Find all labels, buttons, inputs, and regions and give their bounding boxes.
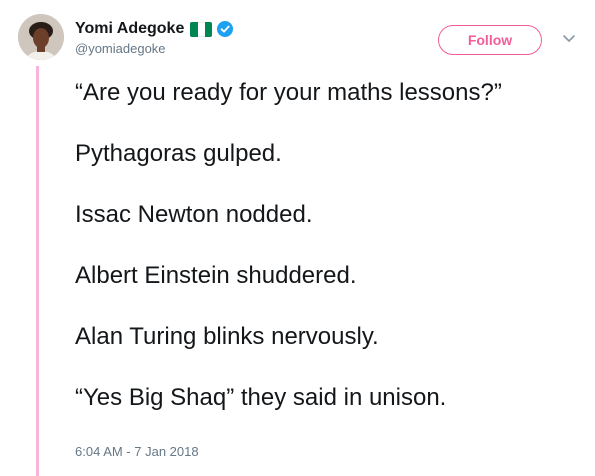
avatar[interactable] [18, 14, 64, 60]
tweet-line: Alan Turing blinks nervously. [75, 323, 379, 350]
tweet-line: Issac Newton nodded. [75, 201, 313, 228]
chevron-down-icon[interactable] [562, 34, 576, 44]
tweet-line: Albert Einstein shuddered. [75, 262, 357, 289]
thread-line [36, 66, 39, 476]
tweet-line: “Are you ready for your maths lessons?” [75, 79, 502, 106]
tweet-card: Yomi Adegoke @yomiadegoke Follow “Are yo… [0, 0, 595, 476]
tweet-header: Yomi Adegoke @yomiadegoke [75, 19, 234, 56]
follow-button[interactable]: Follow [438, 25, 542, 55]
tweet-line: “Yes Big Shaq” they said in unison. [75, 384, 447, 411]
display-name[interactable]: Yomi Adegoke [75, 20, 184, 38]
verified-badge-icon [217, 21, 234, 37]
tweet-timestamp[interactable]: 6:04 AM - 7 Jan 2018 [75, 444, 199, 459]
nigeria-flag-icon [190, 21, 213, 37]
tweet-text: “Are you ready for your maths lessons?” … [75, 78, 585, 444]
name-row: Yomi Adegoke [75, 19, 234, 39]
user-handle[interactable]: @yomiadegoke [75, 41, 233, 56]
tweet-line: Pythagoras gulped. [75, 140, 282, 167]
